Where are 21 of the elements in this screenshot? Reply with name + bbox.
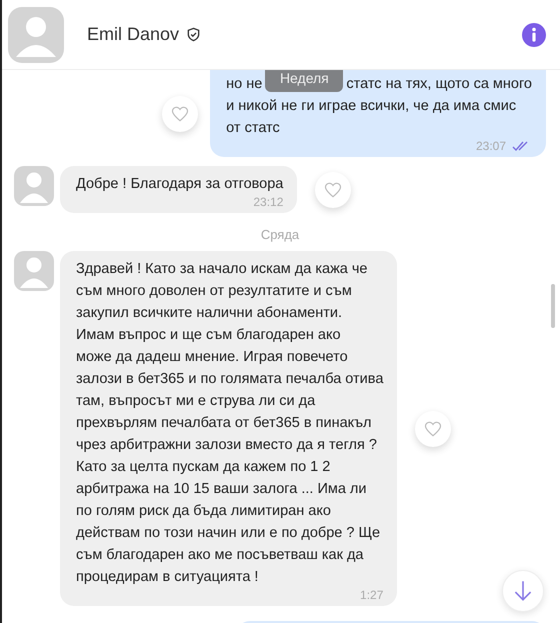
message-text: но не xyxy=(226,75,262,94)
avatar-icon xyxy=(8,6,64,62)
info-button[interactable] xyxy=(522,22,546,46)
scrollbar[interactable] xyxy=(551,284,555,328)
message-text: Добре ! Благодаря за отговора xyxy=(76,175,284,194)
message-text: статс на тях, щото са много xyxy=(346,75,532,94)
message-time: 23:07 xyxy=(476,139,506,153)
avatar-icon xyxy=(14,251,54,291)
like-button[interactable] xyxy=(162,96,198,132)
message-time: 23:12 xyxy=(253,195,284,209)
like-button[interactable] xyxy=(315,172,352,208)
scroll-down-button[interactable] xyxy=(502,570,544,612)
message-text: и никой не ги играе всички, че да има смис от статс xyxy=(226,97,518,138)
like-button[interactable] xyxy=(415,410,452,446)
message-text: Здравей ! Като за начало искам да кажа че съм много доволен от резултатите и съм закупил всичките налични абонаменти. Имам въпрос и ще съм благодарен ако може да дадеш мнение. Играя повечето залози в бет365 и по голямата печалба отива там, въпросът ми е струва ли си да прехвърлям печалбата от бет365 в пинакъл чрез арбитражни залози вместо да я тегля ? Като за целта пускам да кажем по 1 2 арбитража на 10 15 ваши залога ... Има ли по голям риск да бъда лимитиран ако действам по този начин или е по добре ? Ще съм благодарен ако ме посъветваш как да процедирам в ситуацията ! xyxy=(76,260,384,587)
date-label: Неделя xyxy=(265,70,344,92)
date-separator: Сряда xyxy=(260,227,300,242)
avatar-icon xyxy=(14,166,54,206)
shield-check-icon xyxy=(186,27,202,42)
message-time: 1:27 xyxy=(360,588,384,602)
contact-name: Emil Danov xyxy=(87,24,180,45)
